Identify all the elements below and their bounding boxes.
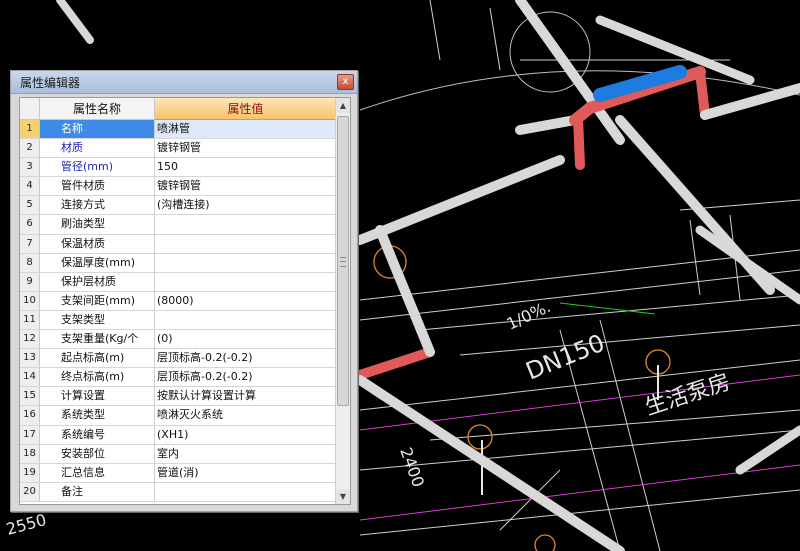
grid-header: 属性名称 属性值 (20, 98, 336, 120)
property-row[interactable]: 16 系统类型 喷淋灭火系统 (20, 406, 336, 426)
property-value-header[interactable]: 属性值 (155, 98, 336, 120)
property-name: 系统类型 (40, 406, 155, 425)
property-name: 备注 (40, 482, 155, 501)
property-value[interactable]: 喷淋管 (155, 120, 336, 139)
property-row[interactable]: 6 刷油类型 (20, 215, 336, 235)
row-number: 8 (20, 253, 40, 272)
property-row[interactable]: 4 管件材质 镀锌钢管 (20, 177, 336, 197)
grip-icon (340, 257, 346, 267)
row-number: 3 (20, 158, 40, 177)
property-name: 安装部位 (40, 444, 155, 463)
property-name: 支架类型 (40, 310, 155, 330)
row-number: 12 (20, 330, 40, 349)
property-row[interactable]: 9 保护层材质 (20, 272, 336, 292)
property-row[interactable]: 12 支架重量(Kg/个 (0) (20, 330, 336, 350)
property-row[interactable]: 20 备注 (20, 482, 336, 502)
property-name: 名称 (40, 120, 155, 139)
property-name: 汇总信息 (40, 463, 155, 482)
property-grid: 属性名称 属性值 1 名称 喷淋管 2 材质 镀锌钢管 3 管径(mm) 150… (19, 97, 351, 505)
row-number: 14 (20, 368, 40, 387)
property-name: 保温厚度(mm) (40, 253, 155, 272)
property-row[interactable]: 11 支架类型 (20, 310, 336, 331)
property-value[interactable] (155, 254, 336, 272)
property-row[interactable]: 1 名称 喷淋管 (20, 120, 336, 140)
property-row[interactable]: 10 支架间距(mm) (8000) (20, 291, 336, 311)
row-number: 2 (20, 139, 40, 158)
property-row[interactable]: 5 连接方式 (沟槽连接) (20, 196, 336, 216)
property-row[interactable]: 14 终点标高(m) 层顶标高-0.2(-0.2) (20, 368, 336, 388)
property-name: 支架重量(Kg/个 (40, 330, 155, 349)
property-name: 系统编号 (40, 425, 155, 444)
property-value[interactable]: 按默认计算设置计算 (155, 387, 336, 405)
row-number: 19 (20, 463, 40, 482)
property-value[interactable] (155, 273, 336, 291)
vertical-scrollbar[interactable]: ▲ ▼ (335, 98, 350, 504)
property-value[interactable]: 喷淋灭火系统 (155, 406, 336, 424)
row-number: 4 (20, 177, 40, 196)
row-number: 9 (20, 272, 40, 291)
property-value[interactable] (155, 215, 336, 233)
property-value[interactable]: 室内 (155, 445, 336, 463)
property-value[interactable]: (8000) (155, 292, 336, 310)
property-name: 管件材质 (40, 177, 155, 196)
row-number: 10 (20, 291, 40, 310)
property-row[interactable]: 15 计算设置 按默认计算设置计算 (20, 387, 336, 407)
scroll-thumb[interactable] (337, 116, 349, 406)
property-value[interactable]: (XH1) (155, 426, 336, 444)
row-number: 11 (20, 310, 40, 330)
title-bar[interactable]: 属性编辑器 x (11, 71, 357, 94)
property-rows: 1 名称 喷淋管 2 材质 镀锌钢管 3 管径(mm) 150 4 管件材质 镀… (20, 120, 336, 502)
property-row[interactable]: 18 安装部位 室内 (20, 444, 336, 464)
row-number: 17 (20, 425, 40, 444)
row-number: 6 (20, 215, 40, 234)
scroll-up-arrow-icon[interactable]: ▲ (336, 98, 350, 113)
property-row[interactable]: 13 起点标高(m) 层顶标高-0.2(-0.2) (20, 349, 336, 369)
property-value[interactable]: 管道(消) (155, 464, 336, 482)
property-value[interactable]: 镀锌钢管 (155, 177, 336, 195)
window-title: 属性编辑器 (20, 76, 81, 90)
row-number: 18 (20, 444, 40, 463)
property-name-header[interactable]: 属性名称 (40, 98, 155, 120)
property-row[interactable]: 17 系统编号 (XH1) (20, 425, 336, 445)
property-name: 连接方式 (40, 196, 155, 215)
property-value[interactable] (155, 235, 336, 253)
row-number: 16 (20, 406, 40, 425)
property-value[interactable]: 镀锌钢管 (155, 139, 336, 157)
row-number: 7 (20, 234, 40, 253)
property-row[interactable]: 8 保温厚度(mm) (20, 253, 336, 273)
close-button[interactable]: x (337, 74, 354, 90)
property-name: 计算设置 (40, 387, 155, 406)
property-name: 材质 (40, 139, 155, 158)
property-row[interactable]: 3 管径(mm) 150 (20, 158, 336, 178)
scroll-down-arrow-icon[interactable]: ▼ (336, 489, 350, 504)
property-row[interactable]: 7 保温材质 (20, 234, 336, 254)
row-number: 13 (20, 349, 40, 368)
row-number: 5 (20, 196, 40, 215)
property-value[interactable] (155, 311, 336, 329)
property-value[interactable]: 层顶标高-0.2(-0.2) (155, 368, 336, 386)
row-number: 20 (20, 482, 40, 501)
row-number: 15 (20, 387, 40, 406)
property-name: 刷油类型 (40, 215, 155, 234)
property-value[interactable]: 层顶标高-0.2(-0.2) (155, 349, 336, 367)
property-editor-window: 属性编辑器 x 属性名称 属性值 1 名称 喷淋管 2 材质 镀锌钢管 3 管径… (10, 70, 358, 512)
property-value[interactable]: (沟槽连接) (155, 196, 336, 214)
property-value[interactable]: 150 (155, 158, 336, 176)
property-name: 支架间距(mm) (40, 291, 155, 310)
property-name: 管径(mm) (40, 158, 155, 177)
property-name: 终点标高(m) (40, 368, 155, 387)
row-number-header (20, 98, 40, 120)
property-row[interactable]: 19 汇总信息 管道(消) (20, 463, 336, 483)
property-name: 保护层材质 (40, 272, 155, 291)
row-number: 1 (20, 120, 40, 139)
property-value[interactable]: (0) (155, 330, 336, 348)
property-name: 起点标高(m) (40, 349, 155, 368)
property-name: 保温材质 (40, 234, 155, 253)
property-row[interactable]: 2 材质 镀锌钢管 (20, 139, 336, 159)
property-value[interactable] (155, 483, 336, 501)
